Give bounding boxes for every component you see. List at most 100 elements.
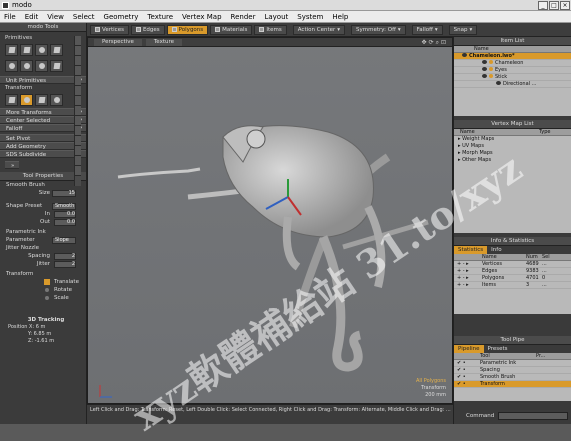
visibility-eye-icon[interactable] bbox=[462, 53, 467, 57]
plus-minus-icon[interactable]: + - ▸ bbox=[454, 261, 482, 267]
vertex-map-list-header[interactable]: Vertex Map List bbox=[454, 120, 571, 129]
out-field[interactable]: 0.0 bbox=[54, 219, 76, 226]
tool-pipe-header[interactable]: Tool Pipe bbox=[454, 336, 571, 345]
vmap-row[interactable]: ▸ Weight Maps bbox=[454, 136, 571, 143]
size-field[interactable]: 15 bbox=[52, 190, 76, 197]
visibility-eye-icon[interactable] bbox=[496, 81, 501, 85]
text-icon[interactable] bbox=[50, 60, 63, 72]
menu-item-view[interactable]: View bbox=[47, 11, 64, 22]
tab-statistics[interactable]: Statistics bbox=[454, 246, 488, 254]
cylinder-icon[interactable] bbox=[20, 44, 33, 56]
enable-check-icon[interactable]: ✔ • bbox=[454, 360, 480, 366]
item-name: Chameleon.lwo* bbox=[469, 53, 515, 59]
toolbar-falloff-button[interactable]: Falloff ▾ bbox=[411, 24, 443, 35]
minimize-icon[interactable]: _ bbox=[538, 1, 548, 10]
menu-item-select[interactable]: Select bbox=[73, 11, 95, 22]
item-row[interactable]: Stick bbox=[454, 74, 571, 81]
enable-check-icon[interactable]: ✔ • bbox=[454, 374, 480, 380]
mode-items-button[interactable]: Items bbox=[254, 24, 287, 35]
visibility-eye-icon[interactable] bbox=[482, 60, 487, 64]
pipe-row[interactable]: ✔ • Transform bbox=[454, 381, 571, 388]
in-field[interactable]: 0.0 bbox=[54, 211, 76, 218]
mode-edges-button[interactable]: Edges bbox=[130, 24, 165, 35]
transform-icon[interactable] bbox=[50, 94, 63, 106]
enable-check-icon[interactable]: ✔ • bbox=[454, 381, 480, 387]
item-list-header[interactable]: Item List bbox=[454, 37, 571, 46]
translate-row[interactable]: Translate bbox=[0, 278, 86, 286]
maximize-icon[interactable]: □ bbox=[549, 1, 559, 10]
toolbar-symmetry-button[interactable]: Symmetry: Off ▾ bbox=[351, 24, 406, 35]
jitter-nozzle-label: Jitter Nozzle bbox=[6, 245, 40, 251]
size-row: Size 15 bbox=[0, 189, 86, 197]
visibility-eye-icon[interactable] bbox=[482, 67, 487, 71]
mode-vertices-button[interactable]: Vertices bbox=[90, 24, 129, 35]
enable-check-icon[interactable]: ✔ • bbox=[454, 367, 480, 373]
item-row[interactable]: Chameleon bbox=[454, 60, 571, 67]
close-icon[interactable]: × bbox=[560, 1, 570, 10]
command-input[interactable] bbox=[498, 412, 569, 420]
plus-minus-icon[interactable]: + - ▸ bbox=[454, 268, 482, 274]
chevron-down-icon: ▾ bbox=[434, 26, 438, 33]
viewport-nav-icons[interactable]: ✥⟳⌕⊡ bbox=[422, 39, 448, 47]
menu-item-geometry[interactable]: Geometry bbox=[104, 11, 139, 22]
scale-icon[interactable] bbox=[35, 94, 48, 106]
pipe-row[interactable]: ✔ • Parametric Ink bbox=[454, 360, 571, 367]
visibility-eye-icon[interactable] bbox=[482, 74, 487, 78]
rotate-toggle-icon[interactable] bbox=[45, 288, 49, 292]
toolbar-snap-button[interactable]: Snap ▾ bbox=[448, 24, 478, 35]
menu-item-vertex-map[interactable]: Vertex Map bbox=[182, 11, 222, 22]
modo-tools-header[interactable]: modo Tools bbox=[0, 23, 86, 32]
app-icon bbox=[2, 2, 9, 9]
expand-button[interactable]: » bbox=[5, 161, 19, 169]
stats-row[interactable]: + - ▸ Items 3... bbox=[454, 282, 571, 289]
pipe-tool-column: Tool bbox=[480, 353, 490, 359]
shape-preset-select[interactable]: Smooth bbox=[52, 203, 76, 210]
pipe-row[interactable]: ✔ • Smooth Brush bbox=[454, 374, 571, 381]
menu-item-texture[interactable]: Texture bbox=[147, 11, 173, 22]
tab-pipeline[interactable]: Pipeline bbox=[454, 345, 484, 353]
parameter-select[interactable]: Slope bbox=[52, 237, 76, 244]
stats-row[interactable]: + - ▸ Vertices 4689... bbox=[454, 261, 571, 268]
menu-item-edit[interactable]: Edit bbox=[25, 11, 39, 22]
translate-checkbox-icon[interactable] bbox=[44, 279, 50, 285]
tab-texture[interactable]: Texture bbox=[145, 38, 182, 46]
plus-minus-icon[interactable]: + - ▸ bbox=[454, 282, 482, 288]
falloff-label: Falloff bbox=[6, 126, 23, 132]
mode-polygons-button[interactable]: Polygons bbox=[166, 24, 209, 35]
scale-toggle-icon[interactable] bbox=[45, 296, 49, 300]
capsule-icon[interactable] bbox=[35, 60, 48, 72]
menu-item-help[interactable]: Help bbox=[332, 11, 348, 22]
menu-item-file[interactable]: File bbox=[4, 11, 16, 22]
info-stats-header[interactable]: Info & Statistics bbox=[454, 237, 571, 246]
menu-item-layout[interactable]: Layout bbox=[264, 11, 288, 22]
tab-perspective[interactable]: Perspective bbox=[94, 38, 142, 46]
mode-materials-button[interactable]: Materials bbox=[210, 24, 253, 35]
vertical-tab-strip[interactable] bbox=[74, 36, 81, 186]
cone-icon[interactable] bbox=[35, 44, 48, 56]
scale-row[interactable]: Scale bbox=[0, 294, 86, 302]
tool-pipe-tabs: Pipeline Presets bbox=[454, 345, 571, 353]
toolbar-action-center-button[interactable]: Action Center ▾ bbox=[292, 24, 346, 35]
rotate-icon[interactable] bbox=[20, 94, 33, 106]
pipe-row[interactable]: ✔ • Spacing bbox=[454, 367, 571, 374]
jitter-field[interactable]: 2 bbox=[54, 261, 76, 268]
sphere-icon[interactable] bbox=[5, 60, 18, 72]
jitter-row: Jitter 2 bbox=[0, 260, 86, 268]
spacing-field[interactable]: 2 bbox=[54, 253, 76, 260]
item-row[interactable]: Chameleon.lwo* bbox=[454, 53, 571, 60]
item-row[interactable]: Directional ... bbox=[454, 81, 571, 88]
menu-item-system[interactable]: System bbox=[297, 11, 323, 22]
tab-info[interactable]: Info bbox=[487, 246, 505, 254]
pen-icon[interactable] bbox=[50, 44, 63, 56]
stats-row[interactable]: + - ▸ Edges 9383... bbox=[454, 268, 571, 275]
plus-minus-icon[interactable]: + - ▸ bbox=[454, 275, 482, 281]
move-icon[interactable] bbox=[5, 94, 18, 106]
item-row[interactable]: Eyes bbox=[454, 67, 571, 74]
stats-row[interactable]: + - ▸ Polygons 4701 0 bbox=[454, 275, 571, 282]
torus-icon[interactable] bbox=[20, 60, 33, 72]
cube-icon[interactable] bbox=[5, 44, 18, 56]
vmap-row[interactable]: ▸ UV Maps bbox=[454, 143, 571, 150]
tab-presets[interactable]: Presets bbox=[484, 345, 512, 353]
menu-item-render[interactable]: Render bbox=[231, 11, 256, 22]
rotate-row[interactable]: Rotate bbox=[0, 286, 86, 294]
